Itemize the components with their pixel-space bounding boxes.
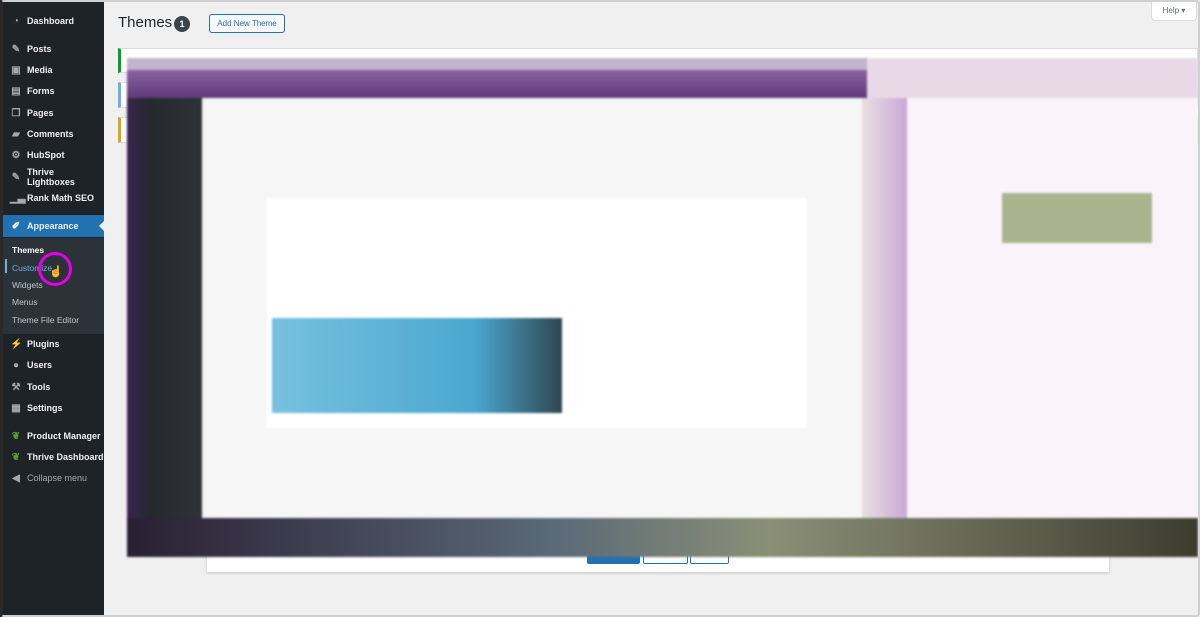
sidebar-item-settings[interactable]: ▦ Settings [0,397,104,419]
submenu-widgets[interactable]: Widgets [12,280,43,290]
sidebar-item-label: Appearance [27,221,79,231]
sidebar-item-tools[interactable]: ⚒ Tools [0,376,104,398]
blurred-screenshot-image [127,58,1198,557]
sidebar-item-label: Comments [27,129,74,139]
sidebar-item-dashboard[interactable]: ◔ Dashboard [0,10,104,32]
pages-icon: ❐ [11,107,21,119]
sidebar-item-label: Rank Math SEO [27,193,95,203]
sidebar-item-label: Posts [27,44,52,54]
chart-icon: ▁▃ [10,192,26,204]
leaf-icon: ❦ [11,451,21,463]
pin-icon: ✎ [11,43,21,55]
sidebar-item-collapse-menu[interactable]: ◀ Collapse menu [0,467,104,489]
leaf-icon: ❦ [11,430,21,442]
page-title: Themes [118,14,173,31]
sidebar-item-label: Plugins [27,339,60,349]
sidebar-item-label: Product Manager [27,431,101,441]
sidebar-item-label: Pages [27,108,54,118]
hubspot-icon: ⚙ [11,149,21,161]
sidebar-item-product-manager[interactable]: ❦ Product Manager [0,425,104,447]
wrench-icon: ⚒ [11,381,21,393]
pin-icon: ✎ [11,171,21,183]
sidebar-item-posts[interactable]: ✎ Posts [0,38,104,60]
sidebar-item-label: Users [27,360,53,370]
help-tab-button[interactable]: Help ▾ [1151,2,1197,21]
comment-icon: ▰ [12,128,20,140]
sidebar-item-pages[interactable]: ❐ Pages [0,102,104,124]
submenu-indicator [5,259,7,273]
theme-count-badge: 1 [174,16,190,32]
add-new-theme-button[interactable]: Add New Theme [209,14,285,33]
forms-icon: ▤ [11,85,21,97]
submenu-menus[interactable]: Menus [12,297,38,307]
sidebar-item-media[interactable]: ▣ Media [0,59,104,81]
sidebar-item-label: HubSpot [27,150,65,160]
sidebar-item-hubspot[interactable]: ⚙ HubSpot [0,144,104,166]
sidebar-item-appearance[interactable]: ✐ Appearance [0,215,104,237]
sidebar-item-label: Forms [27,86,55,96]
sidebar-item-plugins[interactable]: ⚡ Plugins [0,333,104,355]
sidebar-item-thrive-lightboxes[interactable]: ✎ Thrive Lightboxes [0,166,104,188]
plugin-icon: ⚡ [10,338,23,350]
sidebar-item-thrive-dashboard[interactable]: ❦ Thrive Dashboard [0,446,104,468]
submenu-themes[interactable]: Themes [12,245,44,255]
sidebar-item-forms[interactable]: ▤ Forms [0,80,104,102]
sidebar-item-label: Media [27,65,53,75]
submenu-theme-file-editor[interactable]: Theme File Editor [12,315,79,325]
sidebar-item-label: Settings [27,403,63,413]
brush-icon: ✐ [11,220,21,232]
sidebar-item-label: Collapse menu [27,473,88,483]
sidebar-item-label: Dashboard [27,16,75,26]
sidebar-item-label: Thrive Lightboxes [26,167,75,187]
sidebar-item-users[interactable]: ● Users [0,354,104,376]
admin-sidebar: ◔ Dashboard ✎ Posts ▣ Media ▤ Forms ❐ Pages ▰ Comme… [0,0,104,617]
settings-icon: ▦ [11,402,21,414]
sidebar-item-rank-math-seo[interactable]: ▁▃ Rank Math SEO [0,187,104,209]
hand-cursor-icon: ☝ [49,266,63,278]
media-icon: ▣ [11,64,21,76]
sidebar-item-label: Tools [27,382,51,392]
user-icon: ● [12,359,20,371]
sidebar-item-comments[interactable]: ▰ Comments [0,123,104,145]
collapse-icon: ◀ [12,472,20,484]
dashboard-icon: ◔ [12,15,20,27]
sidebar-item-label: Thrive Dashboard [27,452,104,462]
